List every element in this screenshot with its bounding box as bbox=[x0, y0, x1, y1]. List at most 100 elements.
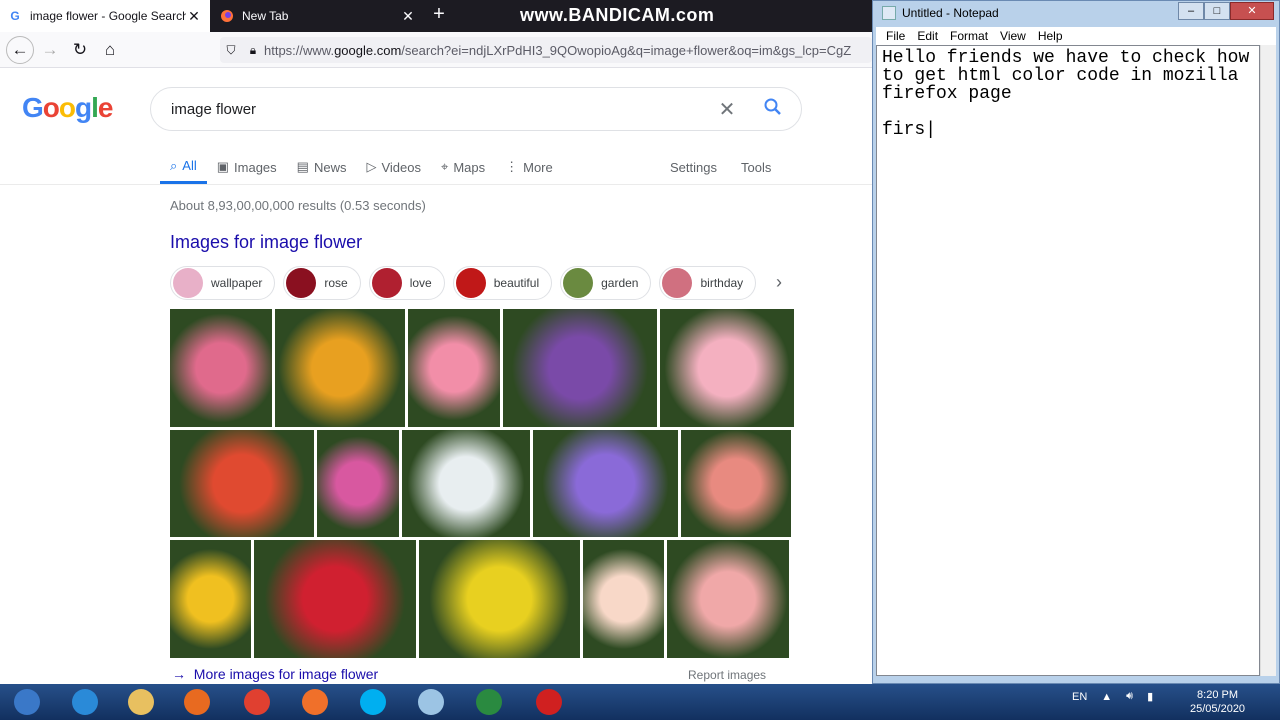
ie-icon-glyph bbox=[72, 689, 98, 715]
chip-wallpaper[interactable]: wallpaper bbox=[170, 266, 276, 300]
show-hidden-icons-icon[interactable]: ▲ bbox=[1101, 691, 1112, 703]
forward-button[interactable]: → bbox=[38, 38, 62, 62]
start-orb[interactable] bbox=[0, 686, 54, 718]
menu-format[interactable]: Format bbox=[950, 29, 988, 43]
more-images-label: More images for image flower bbox=[193, 666, 379, 682]
search-input[interactable]: image flower bbox=[171, 101, 709, 118]
chrome-icon-glyph bbox=[244, 689, 270, 715]
image-result[interactable] bbox=[317, 430, 399, 537]
search-box[interactable]: image flower ✕ bbox=[150, 87, 802, 131]
image-result[interactable] bbox=[408, 309, 500, 427]
image-result[interactable] bbox=[170, 540, 251, 658]
image-result[interactable] bbox=[170, 309, 272, 427]
chevron-right-icon[interactable]: › bbox=[776, 272, 782, 293]
firefox-icon-glyph bbox=[302, 689, 328, 715]
file-explorer-icon[interactable] bbox=[114, 686, 168, 718]
chrome-icon[interactable] bbox=[230, 686, 284, 718]
menu-edit[interactable]: Edit bbox=[917, 29, 938, 43]
settings-link[interactable]: Settings bbox=[670, 160, 717, 175]
tab-label: Images bbox=[234, 159, 277, 175]
skype-icon[interactable] bbox=[346, 686, 400, 718]
tab-label: Videos bbox=[381, 159, 421, 175]
notepad-icon[interactable] bbox=[404, 686, 458, 718]
image-result[interactable] bbox=[275, 309, 405, 427]
image-result[interactable] bbox=[660, 309, 794, 427]
google-logo[interactable]: Google bbox=[22, 92, 113, 124]
network-icon[interactable]: ▮ bbox=[1147, 690, 1153, 703]
close-button[interactable]: ✕ bbox=[1230, 2, 1274, 20]
chip-label: wallpaper bbox=[211, 276, 263, 290]
ie-icon[interactable] bbox=[58, 686, 112, 718]
close-tab-icon[interactable]: ✕ bbox=[186, 8, 202, 25]
bandicam-icon-glyph bbox=[536, 689, 562, 715]
menu-help[interactable]: Help bbox=[1038, 29, 1063, 43]
clear-icon[interactable]: ✕ bbox=[709, 97, 745, 122]
shield-icon[interactable]: ⛉ bbox=[220, 43, 242, 58]
image-result[interactable] bbox=[533, 430, 678, 537]
image-result[interactable] bbox=[681, 430, 791, 537]
lock-icon[interactable]: 🔒︎ bbox=[242, 43, 264, 58]
tab-images[interactable]: ▣ Images bbox=[207, 150, 287, 184]
maximize-button[interactable]: □ bbox=[1204, 2, 1230, 20]
menu-view[interactable]: View bbox=[1000, 29, 1026, 43]
excel-icon[interactable] bbox=[462, 686, 516, 718]
tab-all[interactable]: ⌕ All bbox=[160, 150, 207, 184]
new-tab-button[interactable]: + bbox=[428, 4, 450, 26]
tab-title: New Tab bbox=[242, 9, 289, 23]
tab-google-search[interactable]: G image flower - Google Search ✕ bbox=[0, 0, 210, 32]
notepad-text-area[interactable]: Hello friends we have to check how to ge… bbox=[876, 45, 1260, 676]
media-player-icon[interactable] bbox=[170, 686, 224, 718]
image-result[interactable] bbox=[503, 309, 657, 427]
images-heading-link[interactable]: Images for image flower bbox=[170, 232, 362, 253]
language-indicator[interactable]: EN bbox=[1072, 691, 1087, 703]
firefox-icon[interactable] bbox=[288, 686, 342, 718]
reload-button[interactable]: ↻ bbox=[68, 38, 92, 62]
chip-garden[interactable]: garden bbox=[560, 266, 652, 300]
chip-thumbnail bbox=[662, 268, 693, 298]
image-result[interactable] bbox=[254, 540, 416, 658]
tab-news[interactable]: ▤ News bbox=[287, 150, 357, 184]
start-orb-glyph bbox=[14, 689, 40, 715]
logo-letter: g bbox=[75, 92, 92, 123]
back-button[interactable]: ← bbox=[6, 36, 34, 64]
image-result[interactable] bbox=[583, 540, 664, 658]
search-tabs: ⌕ All ▣ Images ▤ News ▷ Videos ⌖ Maps ⋮ More bbox=[160, 150, 563, 184]
chip-label: love bbox=[409, 276, 432, 290]
chip-love[interactable]: love bbox=[368, 266, 445, 300]
system-tray: EN ▲ 🔊︎ ▮ bbox=[1072, 690, 1153, 703]
image-result[interactable] bbox=[170, 430, 314, 537]
more-images-link[interactable]: → More images for image flower bbox=[172, 666, 378, 682]
clock[interactable]: 8:20 PM 25/05/2020 bbox=[1190, 688, 1245, 716]
tab-maps[interactable]: ⌖ Maps bbox=[431, 150, 495, 184]
menu-file[interactable]: File bbox=[886, 29, 905, 43]
logo-letter: o bbox=[42, 92, 60, 123]
report-images-link[interactable]: Report images bbox=[688, 668, 766, 682]
chip-beautiful[interactable]: beautiful bbox=[452, 266, 553, 300]
chip-label: rose bbox=[324, 276, 348, 290]
home-button[interactable]: ⌂ bbox=[98, 38, 122, 62]
search-icon[interactable] bbox=[745, 98, 801, 121]
tab-new-tab[interactable]: New Tab ✕ bbox=[212, 0, 424, 32]
url-prefix: https://www. bbox=[264, 42, 335, 58]
tab-label: More bbox=[523, 159, 553, 175]
image-result[interactable] bbox=[419, 540, 580, 658]
tab-videos[interactable]: ▷ Videos bbox=[356, 150, 431, 184]
bandicam-icon[interactable] bbox=[522, 686, 576, 718]
tab-more[interactable]: ⋮ More bbox=[495, 150, 563, 184]
volume-icon[interactable]: 🔊︎ bbox=[1126, 690, 1133, 703]
search-icon: ⌕ bbox=[170, 157, 178, 173]
logo-letter: G bbox=[22, 92, 44, 123]
url-bar[interactable]: ⛉ 🔒︎ https://www. google.com/search?ei=nd… bbox=[220, 37, 872, 63]
scrollbar[interactable] bbox=[1260, 45, 1276, 676]
tab-title: image flower - Google Search bbox=[30, 9, 186, 23]
tools-link[interactable]: Tools bbox=[741, 160, 771, 175]
refinement-chips: wallpaper rose love beautiful garden birthday bbox=[170, 266, 757, 300]
close-tab-icon[interactable]: ✕ bbox=[400, 8, 416, 25]
video-icon: ▷ bbox=[366, 159, 377, 174]
chip-rose[interactable]: rose bbox=[283, 266, 361, 300]
image-result[interactable] bbox=[667, 540, 789, 658]
chip-birthday[interactable]: birthday bbox=[659, 266, 757, 300]
minimize-button[interactable]: – bbox=[1178, 2, 1204, 20]
image-result[interactable] bbox=[402, 430, 530, 537]
notepad-icon-glyph bbox=[418, 689, 444, 715]
